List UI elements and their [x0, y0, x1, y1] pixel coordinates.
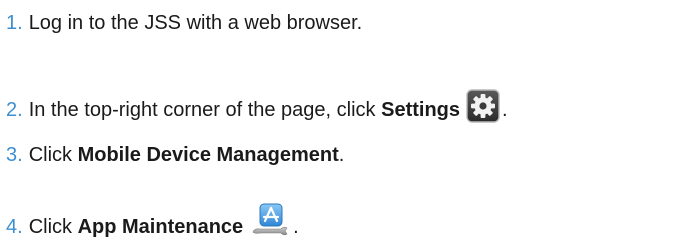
- step-4: 4. Click App Maintenance .: [6, 203, 299, 246]
- step-number: 4.: [6, 216, 23, 238]
- step-text: Log in to the JSS with a web browser.: [28, 12, 363, 34]
- step-number: 2.: [6, 99, 23, 121]
- step-number: 3.: [6, 144, 23, 166]
- instruction-steps: 1. Log in to the JSS with a web browser.…: [6, 0, 682, 241]
- step-number: 1.: [6, 12, 23, 34]
- step-text: Click: [28, 216, 78, 238]
- app-store-wrench-icon: [251, 202, 289, 240]
- step-3: 3. Click Mobile Device Management .: [6, 142, 344, 168]
- step-2: 2. In the top-right corner of the page, …: [6, 89, 508, 127]
- step-text-end: .: [338, 144, 345, 166]
- step-text: In the top-right corner of the page, cli…: [28, 99, 382, 121]
- settings-label: Settings: [381, 99, 461, 121]
- app-maintenance-label: App Maintenance: [77, 216, 244, 238]
- gear-icon: [466, 89, 500, 123]
- step-text-end: .: [293, 216, 299, 238]
- mobile-device-management-label: Mobile Device Management: [77, 144, 339, 166]
- step-text: Click: [28, 144, 78, 166]
- step-text-end: .: [502, 99, 508, 121]
- step-1: 1. Log in to the JSS with a web browser.: [6, 10, 362, 36]
